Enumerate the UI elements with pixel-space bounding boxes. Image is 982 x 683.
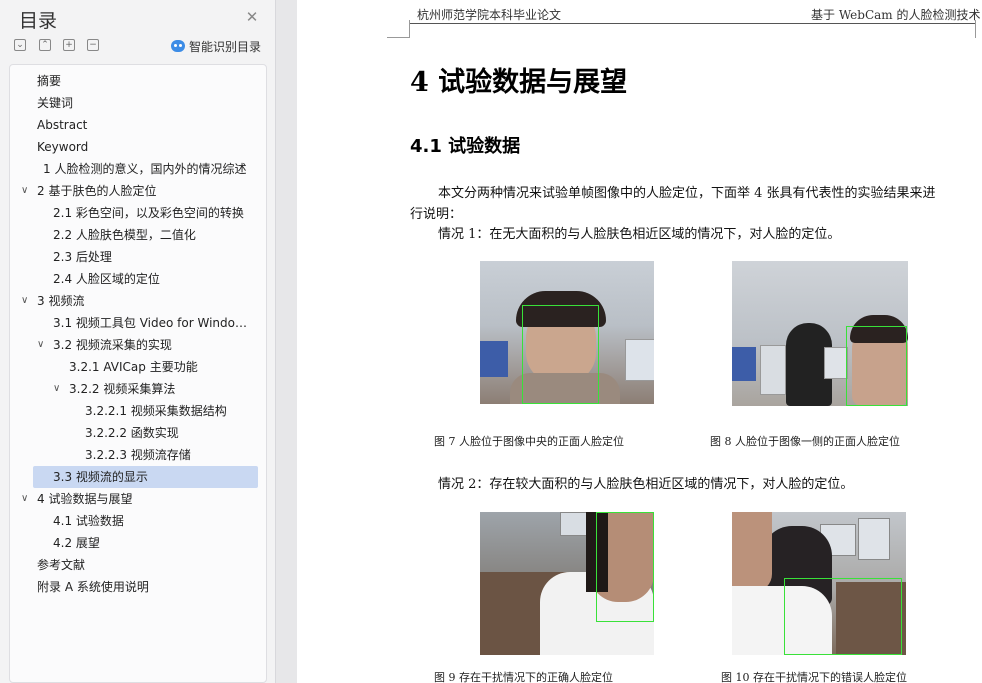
monitor-shape [480,341,508,377]
toc-item[interactable]: 3.2.2.1 视频采集数据结构 [85,400,247,422]
face-shape [732,512,772,592]
toc-item[interactable]: 3 视频流 [37,290,264,312]
toc-item[interactable]: 2.4 人脸区域的定位 [53,268,280,290]
chevron-down-icon[interactable]: ∨ [21,186,31,196]
toc-item[interactable]: 3.2.1 AVICap 主要功能 [69,356,247,378]
paragraph: 情况 1：在无大面积的与人脸肤色相近区域的情况下，对人脸的定位。 [438,227,841,242]
figure-9-caption: 图 9 存在干扰情况下的正确人脸定位 [434,671,613,683]
toc-item[interactable]: 3.2 视频流采集的实现 [53,334,280,356]
toc-item[interactable]: 1 人脸检测的意义，国内外的情况综述 [43,158,249,180]
toc-item[interactable]: 3.2.2 视频采集算法 [69,378,247,400]
toc-item[interactable]: 参考文献 [37,554,264,576]
toc-item[interactable]: 2.1 彩色空间，以及彩色空间的转换 [53,202,247,224]
figure-7-image [480,261,654,404]
toc-item[interactable]: 2.2 人脸肤色模型，二值化 [53,224,280,246]
figure-8-caption: 图 8 人脸位于图像一侧的正面人脸定位 [710,435,900,448]
document-viewport[interactable]: 杭州师范学院本科毕业论文 基于 WebCam 的人脸检测技术 4 试验数据与展望… [277,0,982,683]
toc-item[interactable]: 4.1 试验数据 [53,510,280,532]
toc-item[interactable]: 3.1 视频工具包 Video for Windows [53,312,247,334]
header-divider [409,23,975,24]
chevron-down-icon[interactable]: ∨ [53,384,63,394]
remove-heading-icon[interactable]: − [87,39,99,51]
toc-item[interactable]: 2.3 后处理 [53,246,280,268]
paragraph: 行说明： [410,207,463,222]
toc-item[interactable]: 4 试验数据与展望 [37,488,264,510]
crop-mark [409,20,410,38]
crop-mark [387,37,409,38]
computer-tower-shape [858,518,890,560]
monitor-shape [625,339,654,381]
computer-tower-shape [760,345,786,395]
close-icon[interactable]: ✕ [244,9,260,25]
monitor-shape [732,347,756,381]
add-heading-icon[interactable]: + [63,39,75,51]
expand-icon[interactable]: ⌃ [39,39,51,51]
paragraph: 情况 2：存在较大面积的与人脸肤色相近区域的情况下，对人脸的定位。 [438,477,854,492]
chevron-down-icon[interactable]: ∨ [21,494,31,504]
ai-toc-label: 智能识别目录 [189,39,262,54]
figure-8-image [732,261,908,406]
toc-title: 目录 [19,10,58,32]
toc-item-selected[interactable]: 3.3 视频流的显示 [33,466,258,488]
chevron-down-icon[interactable]: ∨ [21,296,31,306]
toc-item[interactable]: 附录 A 系统使用说明 [37,576,264,598]
detection-box [846,326,907,406]
detection-box [784,578,902,655]
chapter-title: 4 试验数据与展望 [410,67,628,98]
toc-item[interactable]: 关键词 [37,92,264,114]
detection-box [522,305,599,404]
section-title: 4.1 试验数据 [410,136,521,157]
page-header-right: 基于 WebCam 的人脸检测技术 [811,8,981,22]
toc-item[interactable]: Abstract [37,114,264,136]
document-page: 杭州师范学院本科毕业论文 基于 WebCam 的人脸检测技术 4 试验数据与展望… [297,0,982,683]
toc-item[interactable]: 4.2 展望 [53,532,280,554]
crop-mark [975,20,976,38]
toc-item[interactable]: 3.2.2.2 函数实现 [85,422,247,444]
chevron-down-icon[interactable]: ∨ [37,340,47,350]
figure-9-image [480,512,654,655]
toc-item[interactable]: 3.2.2.3 视频流存储 [85,444,247,466]
collapse-all-icon[interactable]: ⌄ [14,39,26,51]
page-header-left: 杭州师范学院本科毕业论文 [417,8,562,22]
robot-icon [171,40,185,52]
figure-10-image [732,512,906,655]
toc-item[interactable]: 2 基于肤色的人脸定位 [37,180,264,202]
ai-toc-button[interactable]: 智能识别目录 [171,37,261,55]
detection-box [596,512,654,622]
figure-10-caption: 图 10 存在干扰情况下的错误人脸定位 [721,671,907,683]
toc-item[interactable]: 摘要 [37,70,264,92]
monitor-shape [824,347,848,379]
figure-7-caption: 图 7 人脸位于图像中央的正面人脸定位 [434,435,624,448]
paragraph: 本文分两种情况来试验单帧图像中的人脸定位，下面举 4 张具有代表性的实验结果来进 [438,186,936,201]
toc-sidebar: 目录 ✕ ⌄ ⌃ + − 智能识别目录 摘要 关键词 Abstract Keyw… [0,0,276,683]
toc-item[interactable]: Keyword [37,136,264,158]
